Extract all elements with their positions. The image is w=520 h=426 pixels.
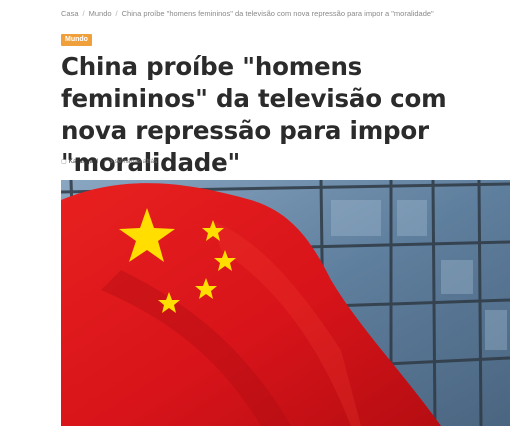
hero-image (61, 180, 510, 426)
breadcrumb-section-link[interactable]: Mundo (89, 9, 112, 18)
breadcrumb-current: China proíbe "homens femininos" da telev… (121, 9, 434, 18)
article-meta: ▢ Karangatil ◦ 3 semanas atrás (61, 158, 157, 165)
clock-icon: ◦ (103, 158, 107, 165)
breadcrumb: Casa / Mundo / China proíbe "homens feminino… (61, 9, 434, 18)
breadcrumb-home-link[interactable]: Casa (61, 9, 79, 18)
breadcrumb-separator: / (82, 9, 85, 18)
chinese-flag-image (61, 180, 510, 426)
publish-time: 3 semanas atrás (109, 158, 158, 165)
user-icon: ▢ (61, 159, 67, 165)
author-link[interactable]: Karangatil (69, 158, 98, 165)
breadcrumb-separator: / (115, 9, 118, 18)
category-badge[interactable]: Mundo (61, 34, 92, 46)
